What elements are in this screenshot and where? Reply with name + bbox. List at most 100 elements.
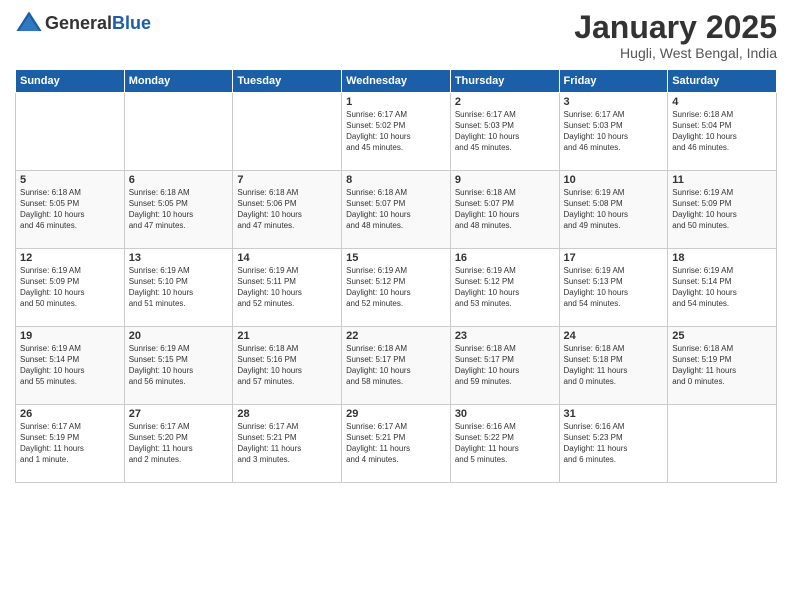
day-cell: 15 Sunrise: 6:19 AM Sunset: 5:12 PM Dayli… (342, 249, 451, 327)
day-cell: 29 Sunrise: 6:17 AM Sunset: 5:21 PM Dayli… (342, 405, 451, 483)
day-number: 24 (564, 330, 664, 342)
weekday-header-sunday: Sunday (16, 70, 125, 93)
day-cell (233, 93, 342, 171)
day-cell: 17Sunrise: 6:19 AM Sunset: 5:13 PM Dayli… (559, 249, 668, 327)
day-number: 25 (672, 330, 772, 342)
day-cell: 28 Sunrise: 6:17 AM Sunset: 5:21 PM Dayli… (233, 405, 342, 483)
day-cell: 11 Sunrise: 6:19 AM Sunset: 5:09 PM Dayli… (668, 171, 777, 249)
day-number: 28 (237, 408, 337, 420)
day-info: Sunrise: 6:19 AM Sunset: 5:12 PM Dayligh… (346, 266, 446, 309)
day-info: Sunrise: 6:19 AM Sunset: 5:09 PM Dayligh… (672, 188, 772, 231)
day-cell: 14Sunrise: 6:19 AM Sunset: 5:11 PM Dayli… (233, 249, 342, 327)
day-cell: 8 Sunrise: 6:18 AM Sunset: 5:07 PM Daylig… (342, 171, 451, 249)
page: GeneralBlue January 2025 Hugli, West Ben… (0, 0, 792, 612)
day-cell (668, 405, 777, 483)
day-cell: 21Sunrise: 6:18 AM Sunset: 5:16 PM Dayli… (233, 327, 342, 405)
day-number: 12 (20, 252, 120, 264)
weekday-header-friday: Friday (559, 70, 668, 93)
day-cell: 19 Sunrise: 6:19 AM Sunset: 5:14 PM Dayli… (16, 327, 125, 405)
day-cell: 25 Sunrise: 6:18 AM Sunset: 5:19 PM Dayli… (668, 327, 777, 405)
day-info: Sunrise: 6:17 AM Sunset: 5:19 PM Dayligh… (20, 422, 120, 465)
day-info: Sunrise: 6:18 AM Sunset: 5:06 PM Dayligh… (237, 188, 337, 231)
day-info: Sunrise: 6:19 AM Sunset: 5:11 PM Dayligh… (237, 266, 337, 309)
day-cell: 26 Sunrise: 6:17 AM Sunset: 5:19 PM Dayli… (16, 405, 125, 483)
day-cell: 4 Sunrise: 6:18 AM Sunset: 5:04 PM Daylig… (668, 93, 777, 171)
day-cell: 6Sunrise: 6:18 AM Sunset: 5:05 PM Daylig… (124, 171, 233, 249)
day-number: 15 (346, 252, 446, 264)
day-cell: 13 Sunrise: 6:19 AM Sunset: 5:10 PM Dayli… (124, 249, 233, 327)
day-info: Sunrise: 6:16 AM Sunset: 5:23 PM Dayligh… (564, 422, 664, 465)
day-cell: 30Sunrise: 6:16 AM Sunset: 5:22 PM Dayli… (450, 405, 559, 483)
day-cell: 20Sunrise: 6:19 AM Sunset: 5:15 PM Dayli… (124, 327, 233, 405)
day-cell (16, 93, 125, 171)
header: GeneralBlue January 2025 Hugli, West Ben… (15, 10, 777, 61)
day-info: Sunrise: 6:19 AM Sunset: 5:10 PM Dayligh… (129, 266, 229, 309)
day-number: 22 (346, 330, 446, 342)
day-info: Sunrise: 6:19 AM Sunset: 5:14 PM Dayligh… (672, 266, 772, 309)
day-number: 4 (672, 96, 772, 108)
day-number: 26 (20, 408, 120, 420)
day-cell: 23 Sunrise: 6:18 AM Sunset: 5:17 PM Dayli… (450, 327, 559, 405)
day-info: Sunrise: 6:17 AM Sunset: 5:21 PM Dayligh… (237, 422, 337, 465)
day-cell (124, 93, 233, 171)
day-info: Sunrise: 6:18 AM Sunset: 5:04 PM Dayligh… (672, 110, 772, 153)
day-info: Sunrise: 6:19 AM Sunset: 5:12 PM Dayligh… (455, 266, 555, 309)
week-row-3: 12 Sunrise: 6:19 AM Sunset: 5:09 PM Dayli… (16, 249, 777, 327)
day-number: 29 (346, 408, 446, 420)
day-cell: 27 Sunrise: 6:17 AM Sunset: 5:20 PM Dayli… (124, 405, 233, 483)
logo-text: GeneralBlue (45, 14, 151, 34)
day-number: 16 (455, 252, 555, 264)
day-number: 11 (672, 174, 772, 186)
day-number: 17 (564, 252, 664, 264)
day-number: 30 (455, 408, 555, 420)
weekday-header-wednesday: Wednesday (342, 70, 451, 93)
day-info: Sunrise: 6:18 AM Sunset: 5:17 PM Dayligh… (346, 344, 446, 387)
day-number: 20 (129, 330, 229, 342)
day-cell: 9 Sunrise: 6:18 AM Sunset: 5:07 PM Daylig… (450, 171, 559, 249)
calendar-table: SundayMondayTuesdayWednesdayThursdayFrid… (15, 69, 777, 483)
day-info: Sunrise: 6:19 AM Sunset: 5:09 PM Dayligh… (20, 266, 120, 309)
day-info: Sunrise: 6:17 AM Sunset: 5:03 PM Dayligh… (564, 110, 664, 153)
weekday-header-saturday: Saturday (668, 70, 777, 93)
day-cell: 16 Sunrise: 6:19 AM Sunset: 5:12 PM Dayli… (450, 249, 559, 327)
day-info: Sunrise: 6:19 AM Sunset: 5:08 PM Dayligh… (564, 188, 664, 231)
week-row-2: 5Sunrise: 6:18 AM Sunset: 5:05 PM Daylig… (16, 171, 777, 249)
day-info: Sunrise: 6:18 AM Sunset: 5:19 PM Dayligh… (672, 344, 772, 387)
day-number: 7 (237, 174, 337, 186)
day-info: Sunrise: 6:18 AM Sunset: 5:16 PM Dayligh… (237, 344, 337, 387)
day-info: Sunrise: 6:17 AM Sunset: 5:21 PM Dayligh… (346, 422, 446, 465)
title-block: January 2025 Hugli, West Bengal, India (574, 10, 777, 61)
day-number: 3 (564, 96, 664, 108)
day-info: Sunrise: 6:18 AM Sunset: 5:07 PM Dayligh… (455, 188, 555, 231)
logo-icon (15, 10, 43, 38)
day-cell: 22 Sunrise: 6:18 AM Sunset: 5:17 PM Dayli… (342, 327, 451, 405)
weekday-header-tuesday: Tuesday (233, 70, 342, 93)
day-number: 23 (455, 330, 555, 342)
day-number: 31 (564, 408, 664, 420)
day-number: 1 (346, 96, 446, 108)
day-info: Sunrise: 6:18 AM Sunset: 5:17 PM Dayligh… (455, 344, 555, 387)
calendar-subtitle: Hugli, West Bengal, India (574, 45, 777, 61)
day-number: 18 (672, 252, 772, 264)
week-row-4: 19 Sunrise: 6:19 AM Sunset: 5:14 PM Dayli… (16, 327, 777, 405)
day-info: Sunrise: 6:17 AM Sunset: 5:02 PM Dayligh… (346, 110, 446, 153)
day-number: 13 (129, 252, 229, 264)
day-number: 19 (20, 330, 120, 342)
day-cell: 24Sunrise: 6:18 AM Sunset: 5:18 PM Dayli… (559, 327, 668, 405)
day-number: 8 (346, 174, 446, 186)
day-cell: 1 Sunrise: 6:17 AM Sunset: 5:02 PM Daylig… (342, 93, 451, 171)
calendar-title: January 2025 (574, 10, 777, 45)
day-cell: 18 Sunrise: 6:19 AM Sunset: 5:14 PM Dayli… (668, 249, 777, 327)
day-number: 27 (129, 408, 229, 420)
day-cell: 5Sunrise: 6:18 AM Sunset: 5:05 PM Daylig… (16, 171, 125, 249)
day-cell: 10Sunrise: 6:19 AM Sunset: 5:08 PM Dayli… (559, 171, 668, 249)
week-row-5: 26 Sunrise: 6:17 AM Sunset: 5:19 PM Dayli… (16, 405, 777, 483)
day-info: Sunrise: 6:17 AM Sunset: 5:20 PM Dayligh… (129, 422, 229, 465)
logo: GeneralBlue (15, 10, 151, 38)
day-cell: 31 Sunrise: 6:16 AM Sunset: 5:23 PM Dayli… (559, 405, 668, 483)
day-number: 9 (455, 174, 555, 186)
day-cell: 12 Sunrise: 6:19 AM Sunset: 5:09 PM Dayli… (16, 249, 125, 327)
day-info: Sunrise: 6:18 AM Sunset: 5:07 PM Dayligh… (346, 188, 446, 231)
day-info: Sunrise: 6:19 AM Sunset: 5:14 PM Dayligh… (20, 344, 120, 387)
weekday-header-monday: Monday (124, 70, 233, 93)
